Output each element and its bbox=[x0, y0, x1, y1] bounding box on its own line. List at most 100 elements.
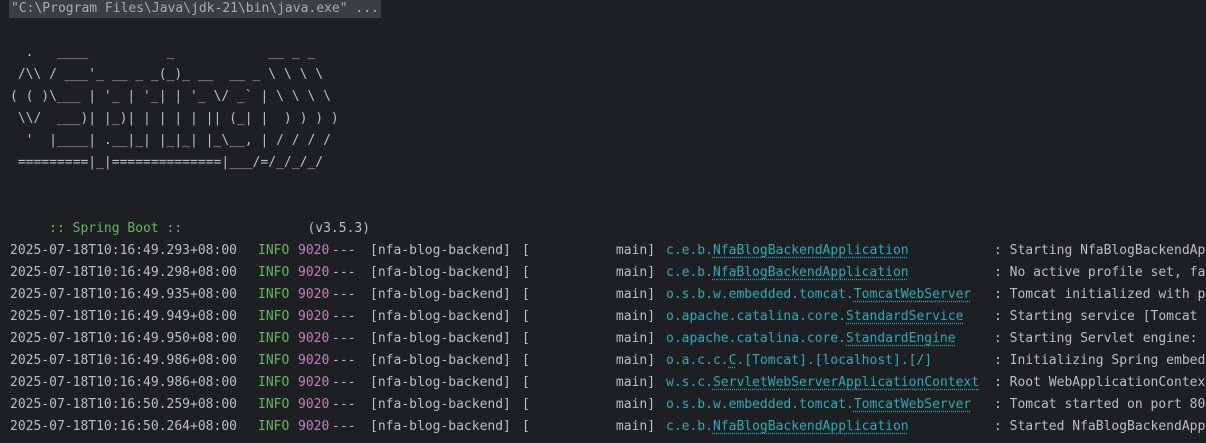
command-line[interactable]: "C:\Program Files\Java\jdk-21\bin\java.e… bbox=[9, 0, 381, 18]
spring-boot-version: (v3.5.3) bbox=[307, 221, 371, 236]
log-logger: w.s.c.ServletWebServerApplicationContext bbox=[666, 372, 979, 394]
log-timestamp: 2025-07-18T10:16:49.986+08:00 bbox=[10, 375, 237, 390]
log-level: INFO bbox=[258, 397, 290, 412]
log-separator: --- bbox=[332, 375, 356, 390]
log-row: 2025-07-18T10:16:50.264+08:00 INFO 9020 ---… bbox=[10, 416, 1206, 438]
log-logger: o.a.c.c.C.[Tomcat].[localhost].[/] bbox=[666, 350, 932, 372]
log-app-name: [nfa-blog-backend] bbox=[370, 265, 511, 280]
log-thread: [ main] bbox=[522, 375, 656, 390]
log-timestamp: 2025-07-18T10:16:49.950+08:00 bbox=[10, 331, 237, 346]
log-thread: [ main] bbox=[522, 397, 656, 412]
log-pid: 9020 bbox=[298, 243, 330, 258]
logger-package: c.e.b. bbox=[666, 419, 713, 434]
log-thread: [ main] bbox=[522, 287, 656, 302]
logger-package: o.s.b.w.embedded.tomcat. bbox=[666, 287, 854, 302]
log-row: 2025-07-18T10:16:49.986+08:00 INFO 9020 ---… bbox=[10, 372, 1206, 394]
log-timestamp: 2025-07-18T10:16:49.986+08:00 bbox=[10, 353, 237, 368]
log-message: : No active profile set, fa bbox=[994, 265, 1206, 280]
log-logger: o.apache.catalina.core.StandardEngine bbox=[666, 328, 956, 350]
log-pid: 9020 bbox=[298, 375, 330, 390]
log-separator: --- bbox=[332, 287, 356, 302]
log-pid: 9020 bbox=[298, 265, 330, 280]
log-separator: --- bbox=[332, 331, 356, 346]
log-app-name: [nfa-blog-backend] bbox=[370, 397, 511, 412]
logger-class-link[interactable]: StandardEngine bbox=[846, 331, 956, 346]
log-level: INFO bbox=[258, 353, 290, 368]
log-level: INFO bbox=[258, 331, 290, 346]
log-logger: o.s.b.w.embedded.tomcat.TomcatWebServer bbox=[666, 284, 971, 306]
log-separator: --- bbox=[332, 265, 356, 280]
log-app-name: [nfa-blog-backend] bbox=[370, 309, 511, 324]
log-logger: o.s.b.w.embedded.tomcat.TomcatWebServer bbox=[666, 394, 971, 416]
log-app-name: [nfa-blog-backend] bbox=[370, 419, 511, 434]
log-level: INFO bbox=[258, 419, 290, 434]
logger-class-link[interactable]: NfaBlogBackendApplication bbox=[713, 419, 909, 434]
log-app-name: [nfa-blog-backend] bbox=[370, 243, 511, 258]
log-row: 2025-07-18T10:16:49.949+08:00 INFO 9020 ---… bbox=[10, 306, 1206, 328]
log-thread: [ main] bbox=[522, 353, 656, 368]
logger-package: o.s.b.w.embedded.tomcat. bbox=[666, 397, 854, 412]
log-separator: --- bbox=[332, 309, 356, 324]
spring-boot-label: :: Spring Boot :: bbox=[41, 221, 183, 236]
logger-package: o.apache.catalina.core. bbox=[666, 331, 847, 346]
log-level: INFO bbox=[258, 309, 290, 324]
log-row: 2025-07-18T10:16:49.950+08:00 INFO 9020 ---… bbox=[10, 328, 1206, 350]
log-pid: 9020 bbox=[298, 353, 330, 368]
log-level: INFO bbox=[258, 375, 290, 390]
log-separator: --- bbox=[332, 397, 356, 412]
log-message: : Starting Servlet engine: bbox=[994, 331, 1198, 346]
log-level: INFO bbox=[258, 287, 290, 302]
log-message: : Starting service [Tomcat bbox=[994, 309, 1198, 324]
logger-suffix: .[Tomcat].[localhost].[/] bbox=[736, 353, 933, 368]
log-message: : Root WebApplicationContex bbox=[994, 375, 1206, 390]
logger-package: w.s.c. bbox=[666, 375, 713, 390]
log-pid: 9020 bbox=[298, 287, 330, 302]
log-message: : Initializing Spring embed bbox=[994, 353, 1206, 368]
log-logger: c.e.b.NfaBlogBackendApplication bbox=[666, 416, 909, 438]
log-timestamp: 2025-07-18T10:16:49.293+08:00 bbox=[10, 243, 237, 258]
log-pid: 9020 bbox=[298, 397, 330, 412]
logger-package: o.apache.catalina.core. bbox=[666, 309, 847, 324]
log-message: : Started NfaBlogBackendApp bbox=[994, 419, 1206, 434]
log-thread: [ main] bbox=[522, 419, 656, 434]
run-console[interactable]: "C:\Program Files\Java\jdk-21\bin\java.e… bbox=[0, 0, 1206, 443]
log-row: 2025-07-18T10:16:49.986+08:00 INFO 9020 ---… bbox=[10, 350, 1206, 372]
log-row: 2025-07-18T10:16:50.259+08:00 INFO 9020 ---… bbox=[10, 394, 1206, 416]
log-logger: c.e.b.NfaBlogBackendApplication bbox=[666, 240, 909, 262]
logger-class-link[interactable]: StandardService bbox=[846, 309, 963, 324]
log-separator: --- bbox=[332, 353, 356, 368]
log-message: : Tomcat started on port 80 bbox=[994, 397, 1206, 412]
log-pid: 9020 bbox=[298, 419, 330, 434]
logger-class-link[interactable]: ServletWebServerApplicationContext bbox=[713, 375, 979, 390]
logger-package: c.e.b. bbox=[666, 243, 713, 258]
log-app-name: [nfa-blog-backend] bbox=[370, 331, 511, 346]
log-separator: --- bbox=[332, 419, 356, 434]
log-timestamp: 2025-07-18T10:16:50.259+08:00 bbox=[10, 397, 237, 412]
log-timestamp: 2025-07-18T10:16:49.949+08:00 bbox=[10, 309, 237, 324]
log-logger: o.apache.catalina.core.StandardService bbox=[666, 306, 963, 328]
log-thread: [ main] bbox=[522, 331, 656, 346]
logger-class-link[interactable]: TomcatWebServer bbox=[854, 287, 971, 302]
logger-class-link[interactable]: TomcatWebServer bbox=[854, 397, 971, 412]
log-row: 2025-07-18T10:16:49.935+08:00 INFO 9020 ---… bbox=[10, 284, 1206, 306]
logger-package: c.e.b. bbox=[666, 265, 713, 280]
log-thread: [ main] bbox=[522, 243, 656, 258]
log-pid: 9020 bbox=[298, 309, 330, 324]
log-thread: [ main] bbox=[522, 309, 656, 324]
log-pid: 9020 bbox=[298, 331, 330, 346]
log-timestamp: 2025-07-18T10:16:49.935+08:00 bbox=[10, 287, 237, 302]
log-thread: [ main] bbox=[522, 265, 656, 280]
log-app-name: [nfa-blog-backend] bbox=[370, 287, 511, 302]
log-app-name: [nfa-blog-backend] bbox=[370, 353, 511, 368]
log-timestamp: 2025-07-18T10:16:50.264+08:00 bbox=[10, 419, 237, 434]
log-timestamp: 2025-07-18T10:16:49.298+08:00 bbox=[10, 265, 237, 280]
logger-package: o.a.c.c. bbox=[666, 353, 729, 368]
log-level: INFO bbox=[258, 265, 290, 280]
logger-class-link[interactable]: NfaBlogBackendApplication bbox=[713, 265, 909, 280]
log-separator: --- bbox=[332, 243, 356, 258]
logger-class-link[interactable]: NfaBlogBackendApplication bbox=[713, 243, 909, 258]
log-row: 2025-07-18T10:16:49.298+08:00 INFO 9020 ---… bbox=[10, 262, 1206, 284]
log-level: INFO bbox=[258, 243, 290, 258]
log-logger: c.e.b.NfaBlogBackendApplication bbox=[666, 262, 909, 284]
spring-banner: . ____ _ __ _ _ /\\ / ___'_ __ _ _(_)_ _… bbox=[10, 45, 339, 170]
